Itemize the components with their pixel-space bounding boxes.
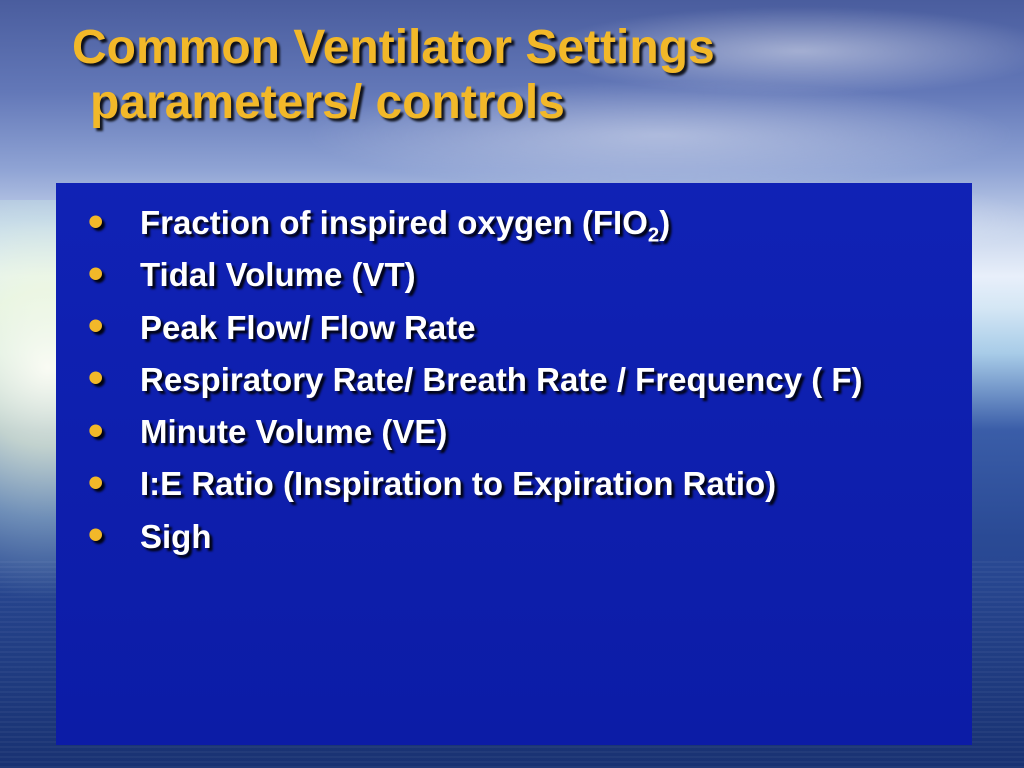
bullet-icon: • bbox=[88, 304, 103, 348]
bullet-icon: • bbox=[88, 252, 103, 296]
list-item-text: Fraction of inspired oxygen (FIO2) bbox=[140, 204, 670, 241]
list-item: • Peak Flow/ Flow Rate bbox=[78, 302, 950, 354]
text-fragment: I:E Ratio (Inspiration to Expiration Rat… bbox=[140, 465, 776, 502]
bullet-icon: • bbox=[88, 513, 103, 557]
list-item: • I:E Ratio (Inspiration to Expiration R… bbox=[78, 458, 950, 510]
list-item: • Fraction of inspired oxygen (FIO2) bbox=[78, 197, 950, 249]
list-item-text: Peak Flow/ Flow Rate bbox=[140, 309, 476, 346]
content-panel: • Fraction of inspired oxygen (FIO2) • T… bbox=[56, 183, 972, 745]
list-item-text: Sigh bbox=[140, 518, 212, 555]
slide: Common Ventilator Settings parameters/ c… bbox=[0, 0, 1024, 768]
title-line-2: parameters/ controls bbox=[72, 75, 964, 130]
title-line-1: Common Ventilator Settings bbox=[72, 20, 964, 75]
list-item: • Tidal Volume (VT) bbox=[78, 249, 950, 301]
subscript: 2 bbox=[648, 224, 659, 247]
text-fragment: Minute Volume (VE) bbox=[140, 413, 447, 450]
list-item-text: I:E Ratio (Inspiration to Expiration Rat… bbox=[140, 465, 776, 502]
bullet-icon: • bbox=[88, 200, 103, 244]
text-fragment: Sigh bbox=[140, 518, 212, 555]
bullet-icon: • bbox=[88, 356, 103, 400]
bullet-icon: • bbox=[88, 461, 103, 505]
list-item-text: Respiratory Rate/ Breath Rate / Frequenc… bbox=[140, 361, 863, 398]
list-item-text: Minute Volume (VE) bbox=[140, 413, 447, 450]
text-fragment: Peak Flow/ Flow Rate bbox=[140, 309, 476, 346]
list-item: • Sigh bbox=[78, 511, 950, 563]
list-item-text: Tidal Volume (VT) bbox=[140, 256, 416, 293]
list-item: • Minute Volume (VE) bbox=[78, 406, 950, 458]
list-item: • Respiratory Rate/ Breath Rate / Freque… bbox=[78, 354, 950, 406]
bullet-icon: • bbox=[88, 409, 103, 453]
text-fragment: Tidal Volume (VT) bbox=[140, 256, 416, 293]
text-fragment: Fraction of inspired oxygen (FIO bbox=[140, 204, 648, 241]
text-fragment: ) bbox=[659, 204, 670, 241]
slide-title: Common Ventilator Settings parameters/ c… bbox=[72, 20, 964, 130]
text-fragment: Respiratory Rate/ Breath Rate / Frequenc… bbox=[140, 361, 863, 398]
bullet-list: • Fraction of inspired oxygen (FIO2) • T… bbox=[78, 197, 950, 563]
